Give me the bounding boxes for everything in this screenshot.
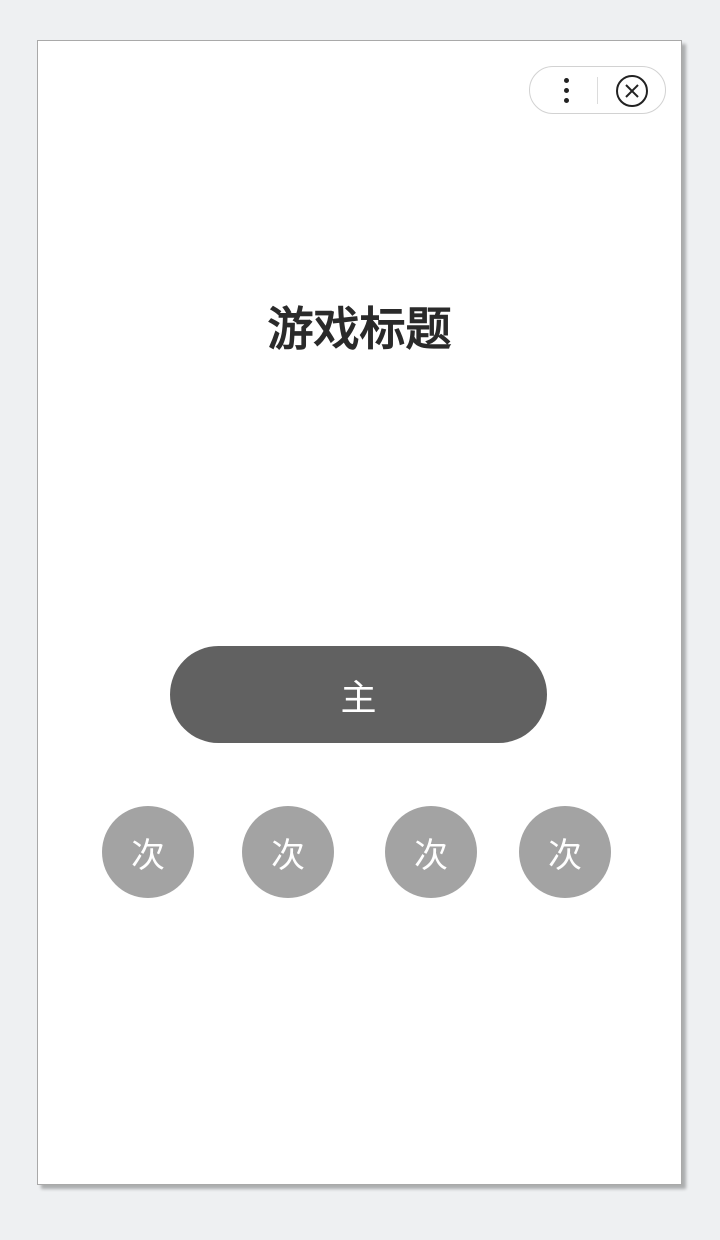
secondary-button-4[interactable]: 次 [519,806,611,898]
more-vertical-icon-dot [564,98,569,103]
more-vertical-icon [564,78,569,83]
primary-button[interactable]: 主 [170,646,547,743]
secondary-button-3[interactable]: 次 [385,806,477,898]
secondary-button-2[interactable]: 次 [242,806,334,898]
mini-program-capsule [529,66,666,114]
close-button[interactable] [598,67,665,113]
game-title: 游戏标题 [267,302,452,356]
more-vertical-icon-dot [564,88,569,93]
secondary-button-1[interactable]: 次 [102,806,194,898]
more-menu-button[interactable] [530,67,598,113]
close-circle-icon [616,75,648,107]
phone-screen: 游戏标题 主 次 次 次 次 [37,40,682,1185]
